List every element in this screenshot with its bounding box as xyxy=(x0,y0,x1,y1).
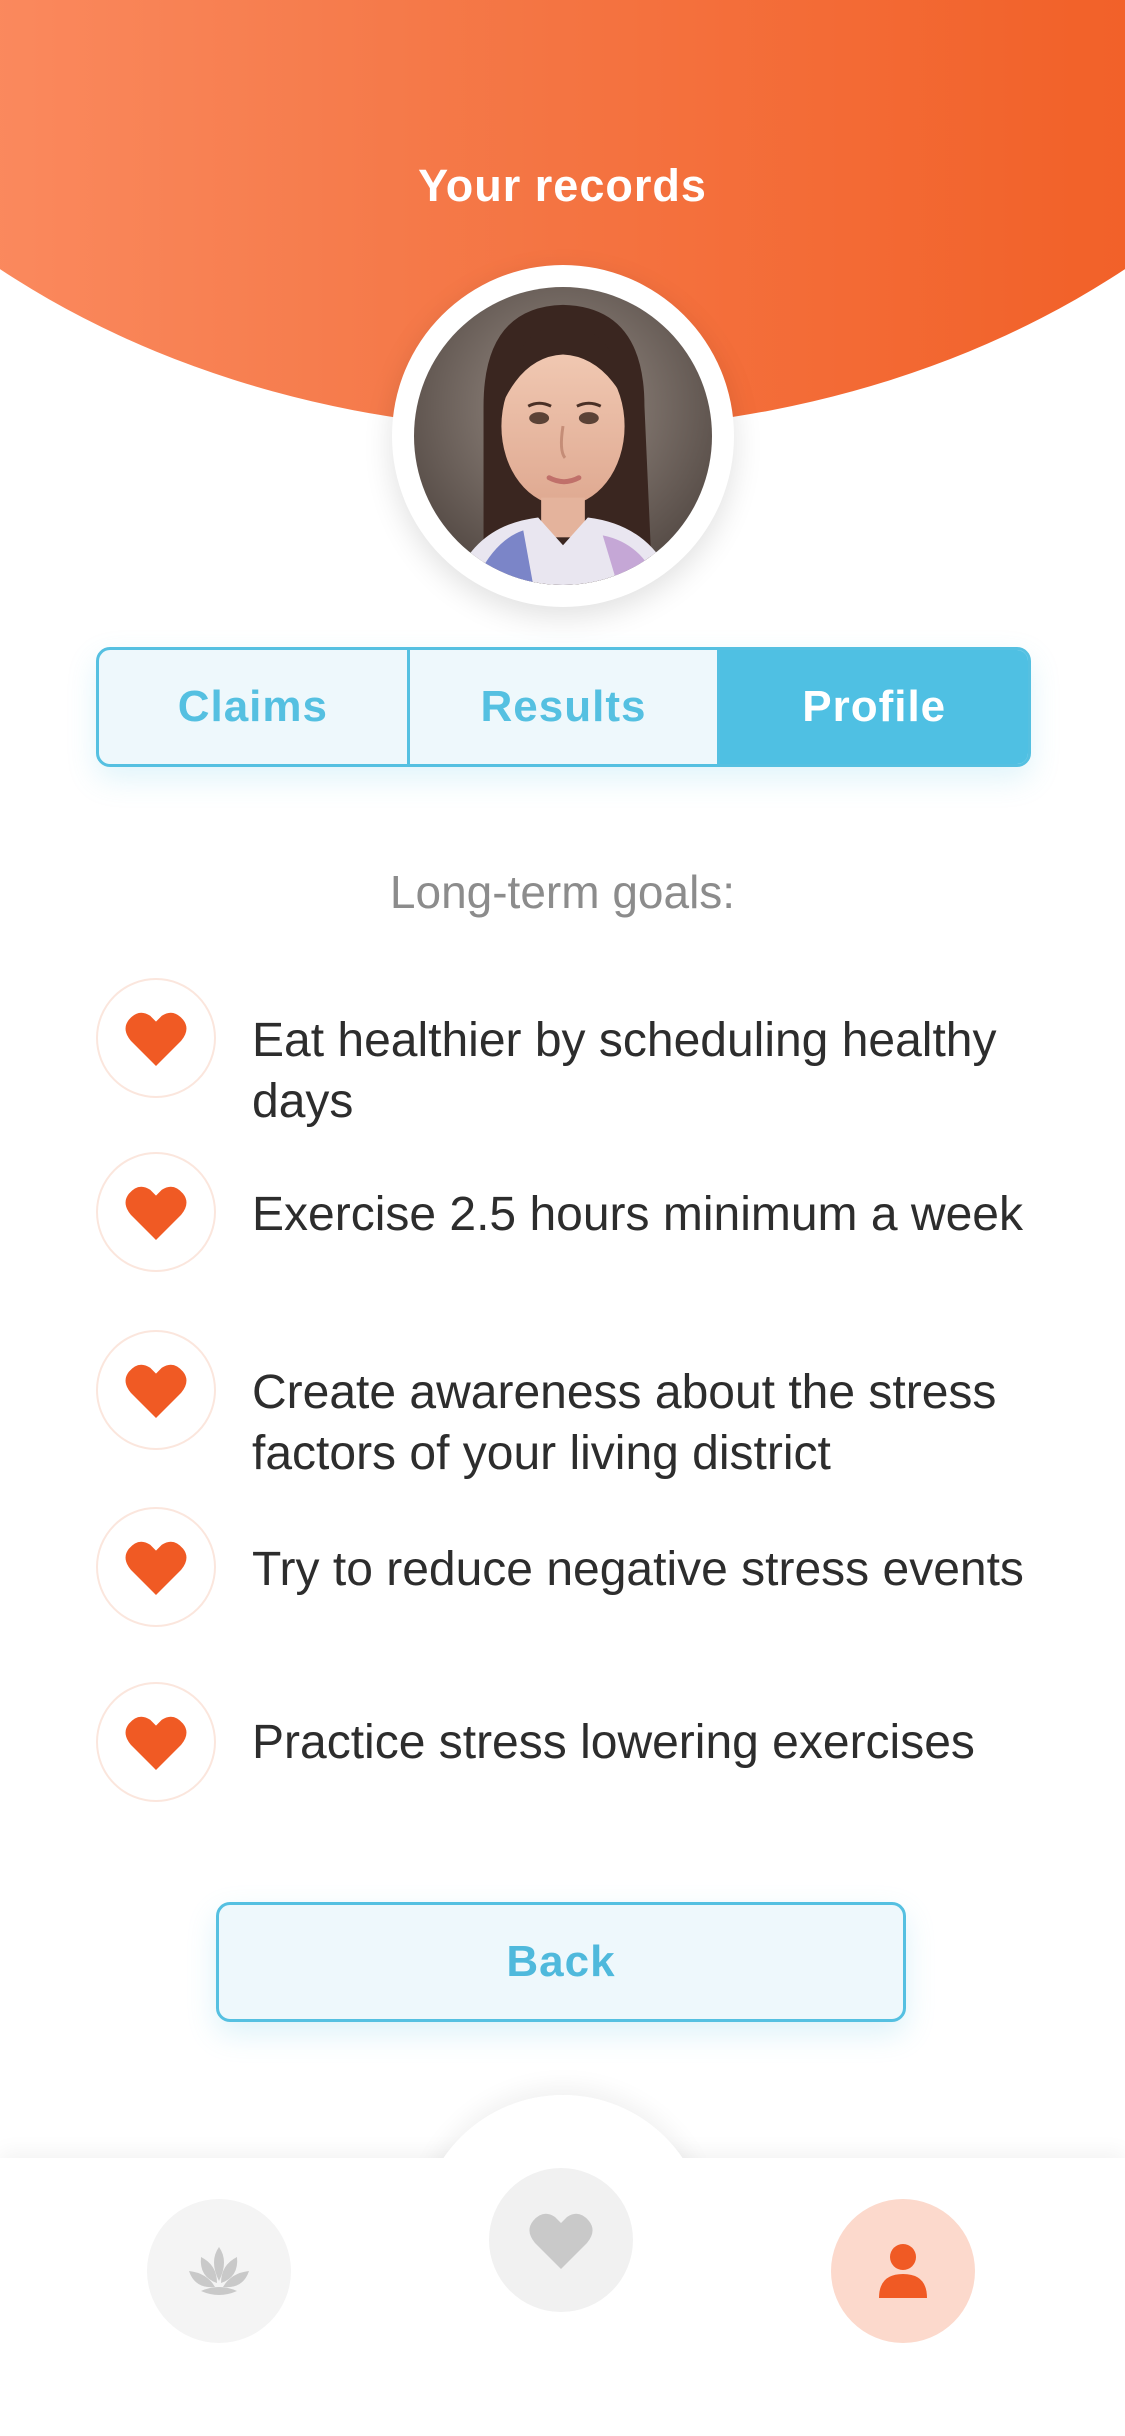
nav-health-button[interactable] xyxy=(489,2168,633,2312)
goal-text: Exercise 2.5 hours minimum a week xyxy=(252,1188,1023,1241)
goals-heading: Long-term goals: xyxy=(389,866,736,918)
heart-icon xyxy=(96,1330,216,1450)
back-button[interactable]: Back xyxy=(216,1902,906,2022)
heart-icon xyxy=(96,1152,216,1272)
tab-profile[interactable]: Profile xyxy=(717,650,1028,764)
avatar-photo xyxy=(414,287,712,585)
nav-meditation-button[interactable] xyxy=(147,2199,291,2343)
goal-text: Practice stress lowering exercises xyxy=(252,1716,975,1769)
user-icon xyxy=(879,2244,927,2298)
tab-results[interactable]: Results xyxy=(406,650,718,764)
heart-icon xyxy=(96,978,216,1098)
heart-icon xyxy=(529,2213,593,2269)
heart-icon xyxy=(96,1507,216,1627)
heart-icon xyxy=(96,1682,216,1802)
goal-text: Eat healthier by scheduling healthy days xyxy=(252,1014,997,1128)
segmented-tabs: Claims Results Profile xyxy=(96,647,1031,767)
avatar[interactable] xyxy=(392,265,734,607)
records-screen: Your records Claims Results Profile Long… xyxy=(0,0,1125,2436)
page-title: Your records xyxy=(418,160,707,211)
tab-claims[interactable]: Claims xyxy=(99,650,407,764)
goal-text: Try to reduce negative stress events xyxy=(252,1543,1024,1596)
nav-profile-button[interactable] xyxy=(831,2199,975,2343)
goal-text: Create awareness about the stress factor… xyxy=(252,1366,997,1480)
lotus-icon xyxy=(189,2247,249,2295)
